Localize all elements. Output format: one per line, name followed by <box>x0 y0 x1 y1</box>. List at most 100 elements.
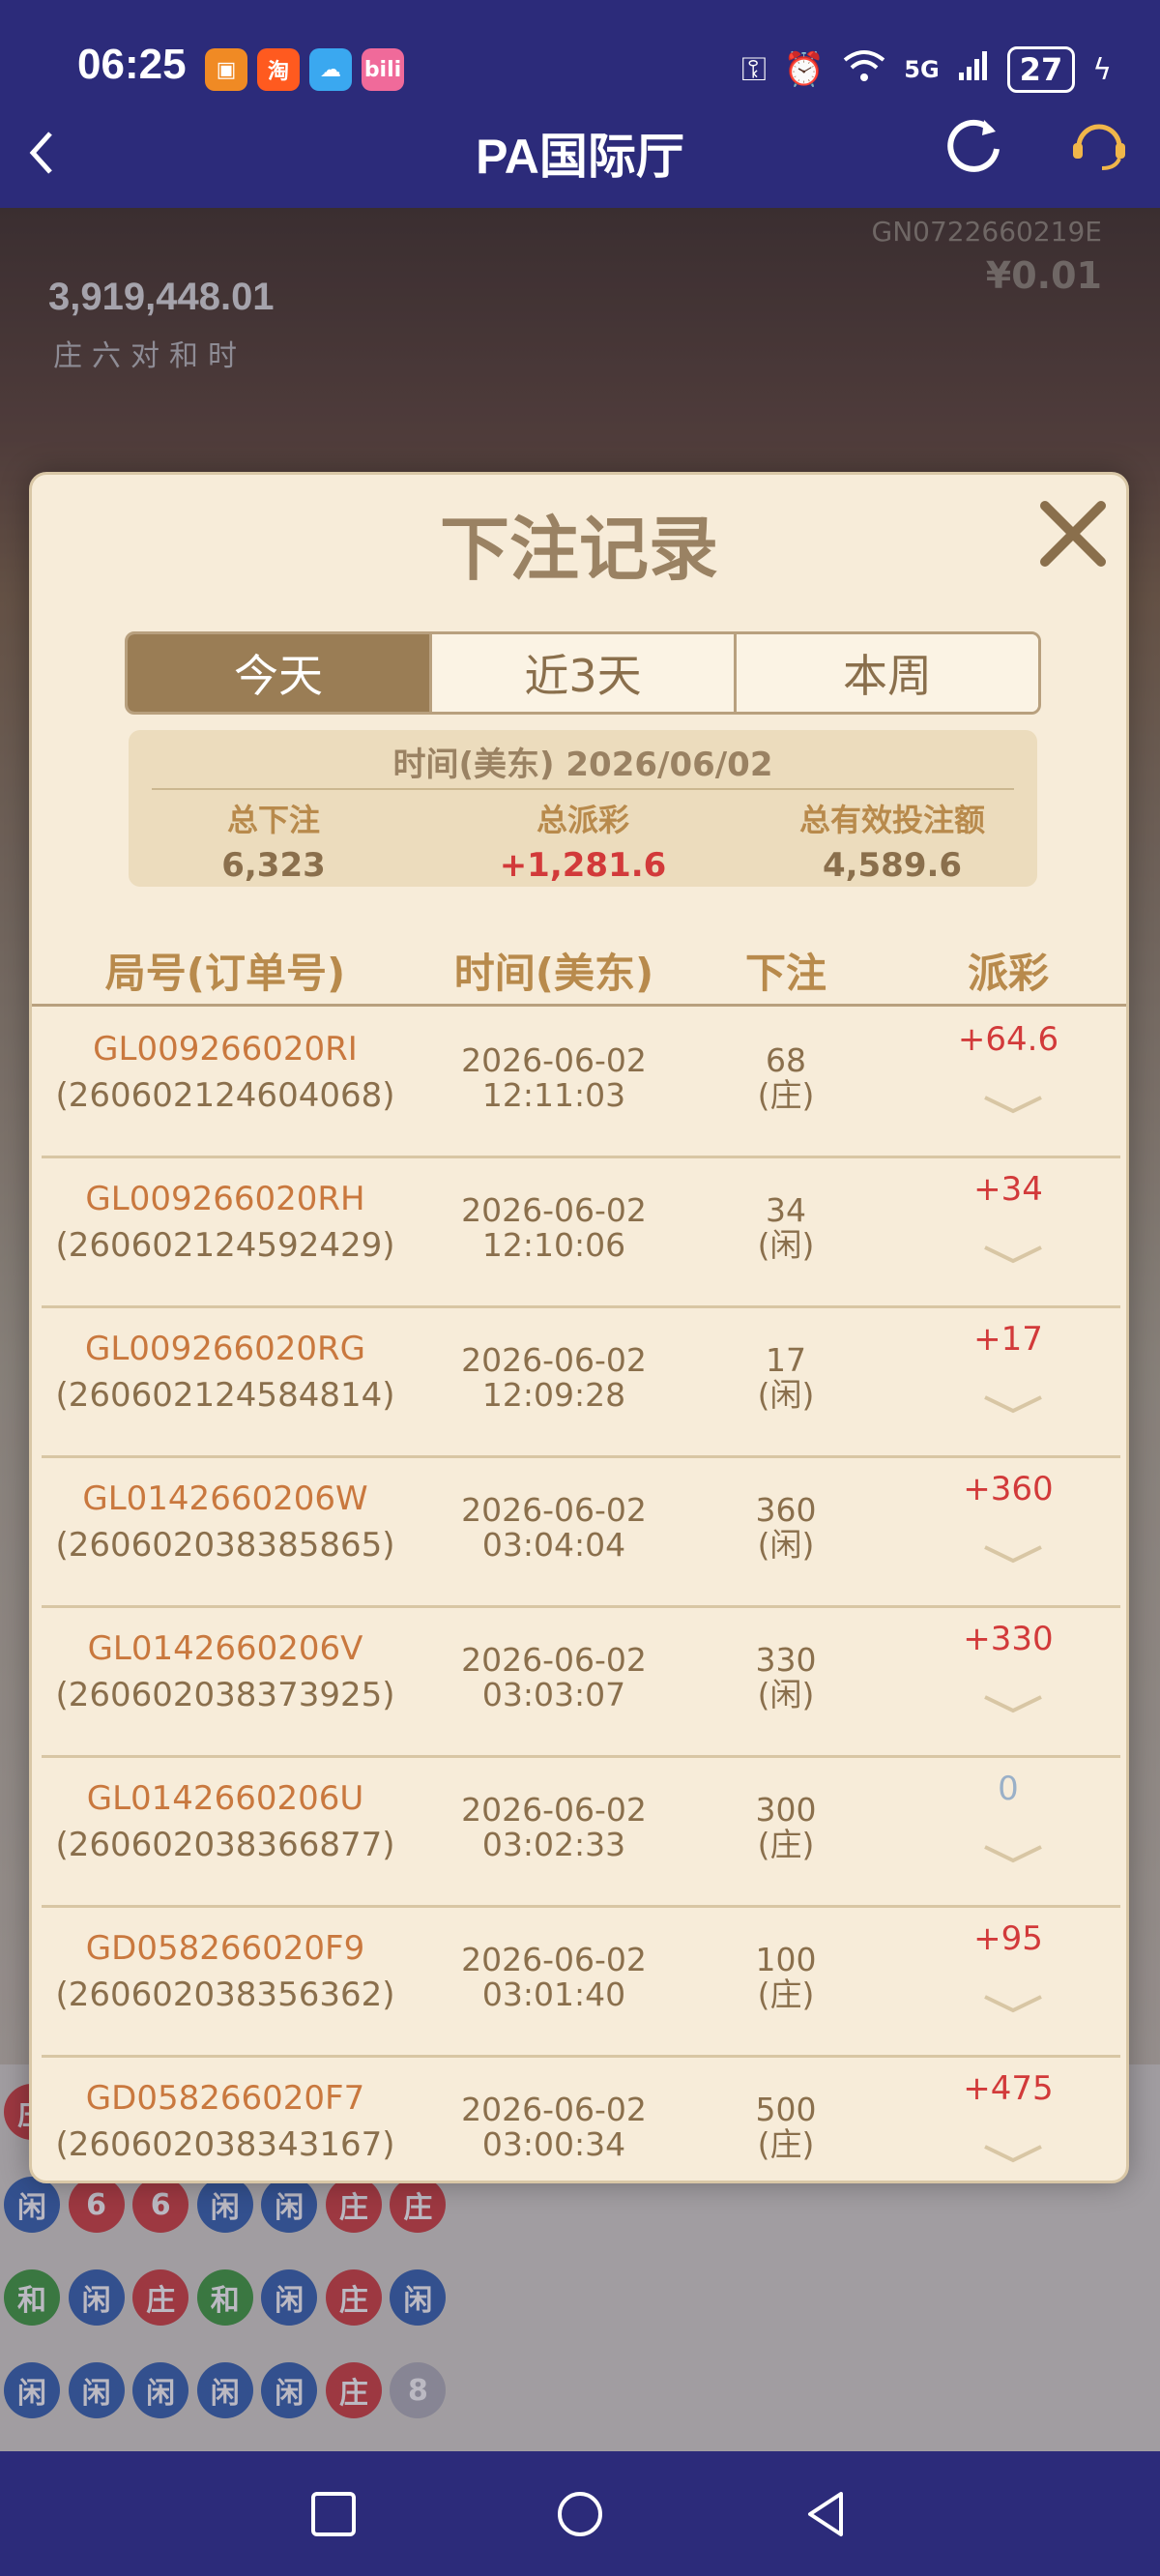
bet-side: (闲) <box>757 1226 815 1264</box>
table-row[interactable]: GL0142660206V (260602038373925) 2026-06-02… <box>42 1608 1120 1758</box>
round-id: GL009266020RG <box>85 1330 365 1368</box>
total-payout: 总派彩 +1,281.6 <box>438 796 728 885</box>
app-header: PA国际厅 <box>0 106 1160 208</box>
time-cell: 2026-06-02 03:01:40 <box>409 1943 699 2012</box>
bet-time: 03:01:40 <box>481 1976 626 2013</box>
round-id-cell: GL0142660206W (260602038385865) <box>51 1479 399 1565</box>
total-bet-value: 6,323 <box>221 846 326 885</box>
payout-value: +17 <box>973 1320 1043 1359</box>
order-id: (260602038385865) <box>55 1526 395 1565</box>
chevron-down-icon[interactable] <box>979 2139 1047 2168</box>
order-id: (260602038366877) <box>55 1826 395 1864</box>
chevron-down-icon[interactable] <box>979 1240 1047 1269</box>
chevron-down-icon[interactable] <box>979 1989 1047 2018</box>
bet-cell: 300 (庄) <box>699 1793 873 1862</box>
home-icon[interactable] <box>556 2490 604 2538</box>
tab-last-3-days[interactable]: 近3天 <box>429 634 734 712</box>
summary-panel: 时间(美东) 2026/06/02 总下注 6,323 总派彩 +1,281.6… <box>129 730 1037 887</box>
bet-date: 2026-06-02 <box>461 1041 647 1079</box>
table-row[interactable]: GL009266020RG (260602124584814) 2026-06-02… <box>42 1308 1120 1458</box>
round-id: GD058266020F9 <box>85 1929 365 1968</box>
order-id: (260602124592429) <box>55 1226 395 1265</box>
column-payout: 派彩 <box>967 950 1049 997</box>
column-bet: 下注 <box>744 950 826 997</box>
payout-value: +64.6 <box>957 1020 1059 1059</box>
chevron-down-icon[interactable] <box>979 1839 1047 1868</box>
bet-cell: 17 (闲) <box>699 1343 873 1413</box>
charging-icon: ϟ <box>1092 52 1112 87</box>
payout-value: +475 <box>963 2069 1054 2108</box>
wifi-icon <box>842 48 886 92</box>
chevron-down-icon[interactable] <box>979 1539 1047 1568</box>
back-nav-icon[interactable] <box>802 2490 851 2538</box>
bet-amount: 68 <box>766 1041 806 1079</box>
bet-date: 2026-06-02 <box>461 1491 647 1529</box>
chevron-down-icon[interactable] <box>979 1090 1047 1119</box>
total-payout-value: +1,281.6 <box>499 846 667 885</box>
bet-amount: 100 <box>755 1941 817 1978</box>
bet-time: 03:03:07 <box>481 1676 626 1713</box>
payout-value: +360 <box>963 1470 1054 1508</box>
bet-cell: 360 (闲) <box>699 1493 873 1563</box>
bet-time: 03:04:04 <box>481 1526 626 1564</box>
bet-record-dialog: 下注记录 今天 近3天 本周 时间(美东) 2026/06/02 总下注 6,3… <box>29 472 1129 2183</box>
round-id-cell: GL0142660206U (260602038366877) <box>51 1779 399 1864</box>
signal-icon <box>957 49 990 91</box>
bet-record-list[interactable]: GL009266020RI (260602124604068) 2026-06-02… <box>42 1009 1120 2169</box>
bet-amount: 330 <box>755 1641 817 1679</box>
round-id-cell: GL0142660206V (260602038373925) <box>51 1629 399 1714</box>
round-id-cell: GD058266020F7 (260602038343167) <box>51 2079 399 2164</box>
bet-time: 12:09:28 <box>481 1376 626 1414</box>
table-row[interactable]: GL0142660206U (260602038366877) 2026-06-02… <box>42 1758 1120 1908</box>
bet-time: 12:10:06 <box>481 1226 626 1264</box>
payout-value: +95 <box>973 1919 1043 1958</box>
payout-value: +34 <box>973 1170 1043 1209</box>
bet-time: 12:11:03 <box>481 1076 626 1114</box>
refresh-icon[interactable] <box>942 112 1005 176</box>
bet-cell: 500 (庄) <box>699 2093 873 2162</box>
bilibili-icon: bili <box>362 48 404 91</box>
table-header: 局号(订单号) 时间(美东) 下注 派彩 <box>32 929 1126 1007</box>
time-cell: 2026-06-02 12:10:06 <box>409 1193 699 1263</box>
bet-time: 03:02:33 <box>481 1826 626 1863</box>
network-label: 5G <box>904 56 940 83</box>
table-row[interactable]: GL009266020RI (260602124604068) 2026-06-02… <box>42 1009 1120 1158</box>
tab-today[interactable]: 今天 <box>128 634 429 712</box>
clock: 06:25 <box>77 41 187 88</box>
app-orange-icon: ▣ <box>205 48 247 91</box>
bet-amount: 17 <box>766 1341 806 1379</box>
round-id: GD058266020F7 <box>85 2079 365 2118</box>
bet-date: 2026-06-02 <box>461 1641 647 1679</box>
chevron-down-icon[interactable] <box>979 1390 1047 1419</box>
close-icon[interactable] <box>1033 494 1113 573</box>
bet-cell: 330 (闲) <box>699 1643 873 1712</box>
bet-side: (闲) <box>757 1526 815 1564</box>
bet-cell: 34 (闲) <box>699 1193 873 1263</box>
time-cell: 2026-06-02 03:03:07 <box>409 1643 699 1712</box>
chevron-down-icon[interactable] <box>979 1689 1047 1718</box>
round-id-cell: GL009266020RG (260602124584814) <box>51 1330 399 1415</box>
total-bet: 总下注 6,323 <box>129 796 419 885</box>
taobao-icon: 淘 <box>257 48 300 91</box>
round-id-cell: GL009266020RH (260602124592429) <box>51 1180 399 1265</box>
bet-amount: 360 <box>755 1491 817 1529</box>
time-cell: 2026-06-02 03:02:33 <box>409 1793 699 1862</box>
customer-service-icon[interactable] <box>1067 112 1131 176</box>
bet-cell: 100 (庄) <box>699 1943 873 2012</box>
table-row[interactable]: GL0142660206W (260602038385865) 2026-06-02… <box>42 1458 1120 1608</box>
table-row[interactable]: GD058266020F7 (260602038343167) 2026-06-02… <box>42 2058 1120 2169</box>
tab-this-week[interactable]: 本周 <box>734 634 1038 712</box>
summary-date: 时间(美东) 2026/06/02 <box>392 746 773 784</box>
round-id: GL0142660206V <box>87 1629 363 1668</box>
recent-apps-icon[interactable] <box>309 2490 358 2538</box>
alarm-icon: ⏰ <box>783 50 826 89</box>
bet-date: 2026-06-02 <box>461 2091 647 2128</box>
summary-divider <box>152 788 1014 790</box>
time-cell: 2026-06-02 12:09:28 <box>409 1343 699 1413</box>
key-icon: ⚿ <box>741 50 767 89</box>
table-row[interactable]: GD058266020F9 (260602038356362) 2026-06-02… <box>42 1908 1120 2058</box>
total-bet-label: 总下注 <box>226 802 320 838</box>
column-id: 局号(订单号) <box>104 950 346 997</box>
table-row[interactable]: GL009266020RH (260602124592429) 2026-06-02… <box>42 1158 1120 1308</box>
order-id: (260602038373925) <box>55 1676 395 1714</box>
